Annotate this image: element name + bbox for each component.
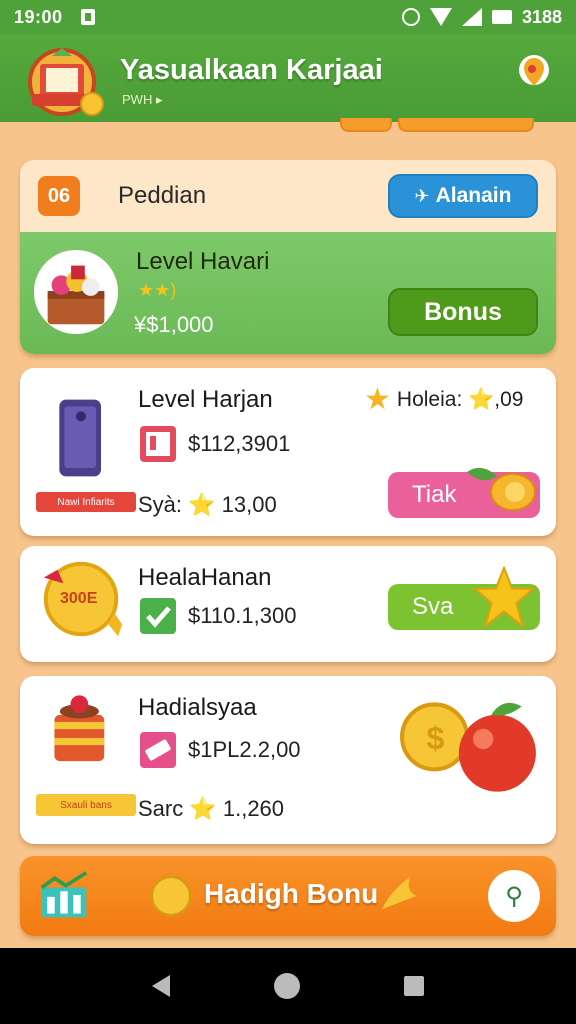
item-ribbon: Nawi Infiarits — [36, 492, 136, 512]
app-header: Yasualkaan Karjaai PWH ▸ — [0, 34, 576, 122]
star-icon — [472, 566, 536, 628]
wifi-icon — [429, 8, 452, 26]
bonus-cta-bar[interactable]: Hadigh Bonu ⚲ — [20, 856, 556, 936]
item-price: $1PL2.2,00 — [188, 737, 301, 762]
list-item[interactable]: 300E HealaHanan $110.1,300 Sva — [20, 546, 556, 662]
coin-and-apple-icon: $ — [400, 702, 536, 792]
header-tabs — [340, 118, 534, 132]
item-ribbon: Sxauli bans — [36, 794, 136, 816]
item-title: Hadialsyaa — [138, 694, 257, 721]
phone-icon — [59, 399, 101, 477]
list-item[interactable]: Nawi Infiarits Level Harjan $112,3901 Sy… — [20, 368, 556, 536]
item-secondary: Syà: ⭐ 13,00 — [138, 492, 277, 517]
notification-icon — [80, 9, 95, 25]
alanain-button-label: Alanain — [435, 184, 512, 207]
item-title: HealaHanan — [138, 564, 272, 591]
home-icon[interactable] — [274, 973, 300, 999]
bonus-cta-label: Hadigh Bonu — [204, 878, 379, 909]
back-icon[interactable] — [152, 975, 170, 997]
fruit-icon — [467, 467, 536, 511]
chat-icon: ⚲ — [505, 882, 523, 910]
bonus-button[interactable]: Bonus — [388, 288, 538, 336]
rating-stars: ★★) — [138, 280, 177, 300]
list-item[interactable]: Sxauli bans Hadialsyaa $1PL2.2,00 Sarc ⭐… — [20, 676, 556, 844]
chat-button[interactable]: ⚲ — [488, 870, 540, 922]
item-price-row: $110.1,300 — [138, 596, 296, 636]
item-price-row: $1PL2.2,00 — [138, 730, 301, 770]
recent-apps-icon[interactable] — [404, 976, 424, 996]
alarm-icon — [401, 8, 420, 26]
system-nav-bar — [0, 948, 576, 1024]
svg-text:$: $ — [426, 720, 444, 756]
app-subtitle[interactable]: PWH ▸ — [122, 92, 162, 108]
star-icon: ★ — [364, 383, 391, 416]
battery-text: 3188 — [521, 6, 562, 27]
signal-icon — [461, 8, 482, 26]
plane-icon: ✈ — [414, 185, 430, 206]
chart-icon[interactable] — [38, 868, 90, 922]
featured-label: Peddian — [118, 182, 207, 209]
level-band: Level Havari ★★) ¥$1,000 Bonus — [20, 232, 556, 354]
level-price: ¥$1,000 — [134, 312, 214, 337]
item-price-row: $112,3901 — [138, 424, 290, 464]
location-pin-icon[interactable] — [514, 52, 554, 96]
featured-card: 06 Peddian ✈ Alanain Level Havari ★★) ¥$… — [20, 160, 556, 354]
item-price: $112,3901 — [188, 431, 291, 456]
alanain-button[interactable]: ✈ Alanain — [388, 174, 538, 218]
header-tab[interactable] — [340, 118, 392, 132]
ticket-icon — [140, 732, 176, 768]
app-title: Yasualkaan Karjaai — [120, 54, 383, 86]
status-icons: 3188 — [401, 6, 562, 28]
battery-icon — [491, 10, 512, 24]
receipt-icon — [140, 426, 176, 462]
item-secondary: Sarc ⭐ 1.,260 — [138, 796, 285, 821]
status-bar: 19:00 3188 — [0, 0, 576, 34]
header-tab[interactable] — [398, 118, 534, 132]
item-tag: ★ Holeia: ⭐,09 — [364, 383, 524, 416]
status-time: 19:00 — [14, 6, 63, 27]
count-badge: 06 — [38, 176, 80, 216]
level-title: Level Havari — [136, 248, 270, 275]
treasure-jar-icon — [54, 695, 105, 762]
coin-icon — [150, 875, 192, 917]
item-price: $110.1,300 — [188, 603, 297, 628]
item-title: Level Harjan — [138, 386, 273, 413]
checkbox-icon — [140, 598, 176, 634]
sparkle-icon — [381, 876, 417, 910]
gift-basket-icon — [33, 249, 119, 335]
app-logo[interactable] — [22, 42, 108, 118]
coin-badge-text: 300E — [60, 590, 98, 607]
